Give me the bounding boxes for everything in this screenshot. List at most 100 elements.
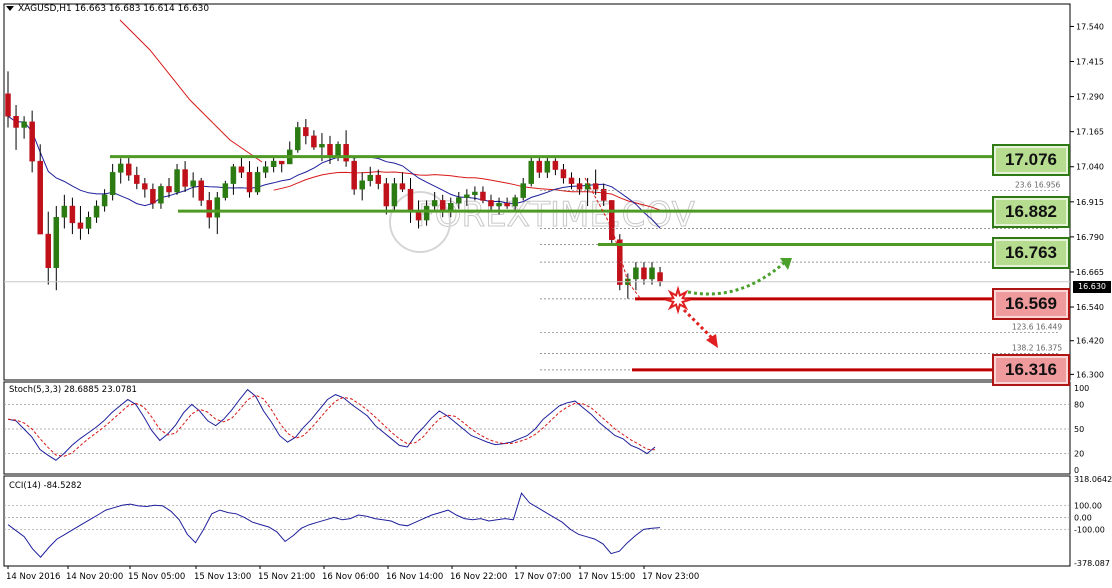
candle-body <box>367 174 373 182</box>
candle-body <box>568 177 575 184</box>
price-tick-label: 17.290 <box>1076 93 1104 102</box>
price-tick-label: 17.415 <box>1076 58 1104 67</box>
price-tick-label: 16.420 <box>1076 337 1104 346</box>
candle-body <box>246 172 253 193</box>
candle-body <box>134 174 140 184</box>
cci-tick-label: -378.087 <box>1074 559 1110 568</box>
price-tick-label: 17.040 <box>1076 163 1104 172</box>
candle-body <box>327 144 333 156</box>
stoch-label: Stoch(5,3,3) 28.6885 23.0781 <box>9 385 137 395</box>
candle-body <box>142 183 148 190</box>
candle-body <box>375 174 382 184</box>
price-tick-label: 17.540 <box>1076 22 1104 31</box>
candle-body <box>53 217 60 269</box>
stoch-tick-label: 0 <box>1074 466 1079 475</box>
candle-body <box>391 183 398 207</box>
candle-body <box>407 188 414 212</box>
cci-tick-label: 0.00 <box>1074 513 1092 522</box>
candle-body <box>254 172 261 193</box>
candle-body <box>270 160 277 167</box>
candle-body <box>351 160 357 190</box>
candle-body <box>399 183 406 190</box>
candle-body <box>464 194 470 198</box>
candle-body <box>343 144 349 162</box>
candle-body <box>600 188 607 201</box>
resistance-box-1: 17.076 <box>992 144 1070 176</box>
time-tick-label: 15 Nov 13:00 <box>194 572 251 582</box>
candle-body <box>480 191 486 201</box>
candle-body <box>198 180 204 201</box>
candle-body <box>560 169 567 179</box>
cci-tick-label: 318.0642 <box>1074 475 1112 484</box>
resistance-box-3: 16.763 <box>992 237 1070 269</box>
candle-body <box>190 180 196 187</box>
candle-body <box>536 160 543 173</box>
candle-body <box>488 200 494 207</box>
candle-body <box>126 163 132 176</box>
cci-panel-frame <box>3 475 1071 567</box>
stoch-panel-frame <box>3 381 1071 475</box>
price-tick-label: 16.540 <box>1076 303 1104 312</box>
candle-body <box>206 200 212 218</box>
price-chart[interactable]: 17.540 17.415 17.290 17.165 17.040 16.915 16.7… <box>0 0 1112 588</box>
time-tick-label: 16 Nov 14:00 <box>386 572 443 582</box>
candle-body <box>383 183 390 207</box>
candle-body <box>431 200 438 207</box>
candle-body <box>552 160 559 170</box>
candle-body <box>415 211 422 221</box>
time-tick-label: 16 Nov 22:00 <box>450 572 507 582</box>
cci-label: CCI(14) -84.5282 <box>9 481 82 491</box>
current-price-tag: 16.630 <box>1073 281 1111 293</box>
candle-body <box>649 267 655 280</box>
time-tick-label: 16 Nov 06:00 <box>322 572 379 582</box>
stoch-tick-label: 80 <box>1074 400 1084 409</box>
candle-body <box>117 163 124 173</box>
candle-body <box>359 180 365 190</box>
candle-body <box>456 197 462 204</box>
candle-body <box>69 205 76 224</box>
candle-body <box>77 222 84 229</box>
time-tick-label: 17 Nov 07:00 <box>514 572 571 582</box>
candle-body <box>544 160 551 173</box>
candle-body <box>423 205 430 221</box>
candle-body <box>278 160 285 165</box>
resistance-box-2: 16.882 <box>992 196 1070 228</box>
candle-body <box>166 186 172 193</box>
candle-body <box>335 144 341 156</box>
time-tick-label: 15 Nov 05:00 <box>128 572 185 582</box>
cci-tick-label: -100.00 <box>1074 525 1105 534</box>
candle-body <box>174 169 180 193</box>
candle-body <box>222 183 229 198</box>
support-box-1: 16.569 <box>992 288 1070 320</box>
breakout-burst-icon <box>663 285 693 315</box>
candle-body <box>21 121 27 128</box>
candle-body <box>85 217 92 229</box>
candle-body <box>303 127 309 137</box>
candle-body <box>37 160 43 235</box>
chart-window: 17.540 17.415 17.290 17.165 17.040 16.915 16.7… <box>0 0 1112 588</box>
fib-label: 123.6 16.449 <box>1012 323 1062 332</box>
candle-body <box>520 183 526 198</box>
candle-body <box>262 166 269 173</box>
cci-tick-label: 100.00 <box>1074 501 1102 510</box>
fib-label: 23.6 16.956 <box>1015 180 1061 189</box>
stoch-tick-label: 50 <box>1074 425 1084 434</box>
price-tick-label: 16.915 <box>1076 198 1104 207</box>
candle-body <box>109 172 116 196</box>
candle-body <box>512 197 518 207</box>
candle-body <box>230 166 237 184</box>
price-tick-label: 17.165 <box>1076 128 1104 137</box>
candle-body <box>528 160 534 184</box>
candle-body <box>657 272 663 283</box>
price-tick-label: 16.790 <box>1076 233 1104 242</box>
price-tick-label: 16.300 <box>1076 370 1104 379</box>
candle-body <box>13 115 19 128</box>
time-tick-label: 14 Nov 2016 <box>6 572 60 582</box>
candle-body <box>592 183 599 190</box>
time-tick-label: 15 Nov 21:00 <box>258 572 315 582</box>
candle-body <box>214 197 221 218</box>
candle-body <box>93 205 100 218</box>
candle-body <box>311 135 317 148</box>
candle-body <box>61 205 68 218</box>
dropdown-triangle-icon[interactable] <box>6 6 14 11</box>
